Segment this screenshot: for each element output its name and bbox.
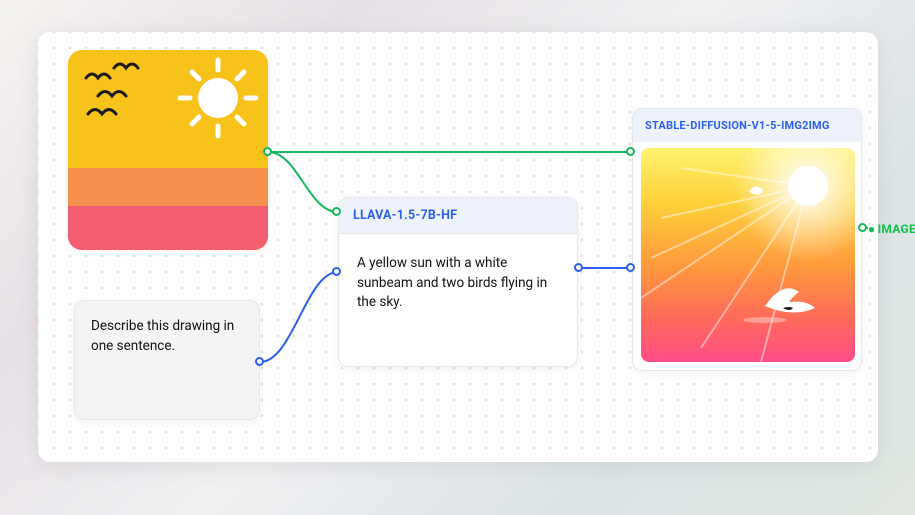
sd-header: STABLE-DIFFUSION-V1-5-IMG2IMG xyxy=(633,109,861,142)
prompt-node[interactable]: Describe this drawing in one sentence. xyxy=(74,300,260,420)
prompt-text: Describe this drawing in one sentence. xyxy=(91,317,243,356)
output-label: ●IMAGE xyxy=(868,222,915,236)
port-llava-image-in[interactable] xyxy=(332,207,341,216)
input-sketch-image xyxy=(68,50,268,250)
llava-node[interactable]: LLAVA-1.5-7B-HF A yellow sun with a whit… xyxy=(338,197,578,367)
sd-output-image xyxy=(641,148,855,362)
bullet-icon: ● xyxy=(868,222,876,236)
llava-header: LLAVA-1.5-7B-HF xyxy=(339,198,577,234)
port-image-out[interactable] xyxy=(263,147,272,156)
pipeline-canvas[interactable]: Describe this drawing in one sentence. L… xyxy=(38,32,878,462)
output-label-text: IMAGE xyxy=(878,222,915,236)
port-llava-text-out[interactable] xyxy=(574,263,583,272)
llava-caption-text: A yellow sun with a white sunbeam and tw… xyxy=(339,234,577,353)
port-llava-text-in[interactable] xyxy=(332,267,341,276)
port-sd-image-out[interactable] xyxy=(858,223,867,232)
port-sd-image-in[interactable] xyxy=(626,147,635,156)
input-image-node[interactable] xyxy=(68,50,268,250)
stable-diffusion-node[interactable]: STABLE-DIFFUSION-V1-5-IMG2IMG xyxy=(632,108,862,371)
port-prompt-out[interactable] xyxy=(255,357,264,366)
port-sd-text-in[interactable] xyxy=(626,263,635,272)
